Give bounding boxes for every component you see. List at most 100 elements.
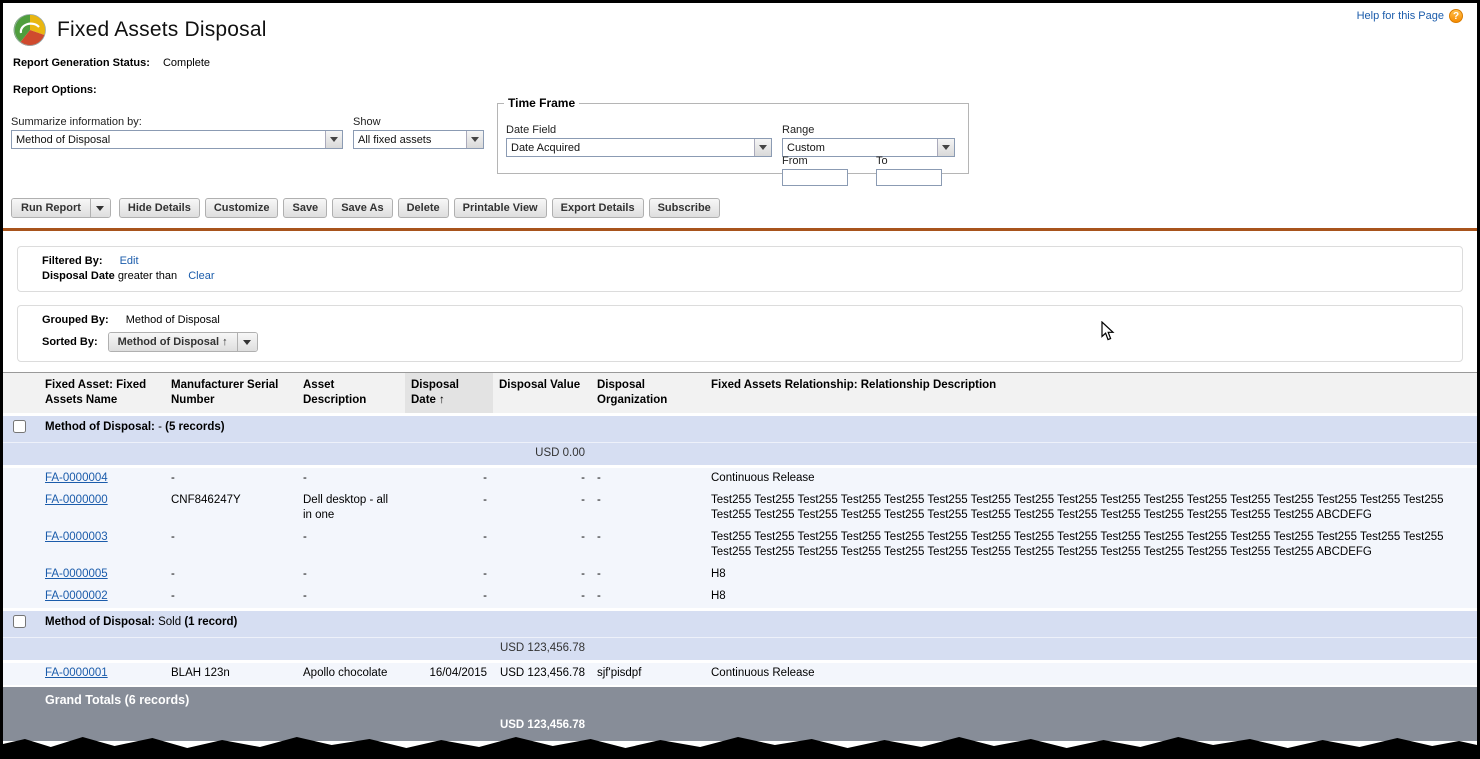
show-block: Show All fixed assets	[353, 116, 484, 149]
cell-serial: CNF846247Y	[165, 490, 297, 527]
page-title: Fixed Assets Disposal	[57, 18, 267, 42]
sort-field-button[interactable]: Method of Disposal↑	[109, 333, 237, 351]
cell-disposal-date: 16/04/2015	[405, 662, 493, 687]
column-header-disposal-value[interactable]: Disposal Value	[493, 373, 591, 415]
hide-details-button[interactable]: Hide Details	[119, 198, 200, 218]
range-label: Range	[782, 124, 955, 136]
clear-filter-link[interactable]: Clear	[188, 270, 214, 282]
printable-view-button[interactable]: Printable View	[454, 198, 547, 218]
table-row: FA-0000003 - - - - - Test255 Test255 Tes…	[3, 527, 1477, 564]
cell-asset-name: FA-0000001	[39, 662, 165, 687]
chevron-down-icon[interactable]	[754, 139, 771, 156]
report-logo-icon	[13, 13, 47, 47]
help-for-this-page-link[interactable]: Help for this Page	[1357, 10, 1444, 22]
to-label: To	[876, 155, 942, 167]
cell-relationship-description: Continuous Release	[705, 467, 1477, 491]
group-select-checkbox[interactable]	[13, 420, 26, 433]
chevron-down-icon[interactable]	[325, 131, 342, 148]
chevron-down-icon[interactable]	[466, 131, 483, 148]
sort-field-label: Method of Disposal	[118, 336, 219, 348]
column-sort-arrow-icon: ↑	[439, 394, 445, 406]
cell-disposal-value: -	[493, 564, 591, 586]
column-header-asset-name[interactable]: Fixed Asset: Fixed Assets Name	[39, 373, 165, 415]
row-checkbox-cell	[3, 586, 39, 610]
export-details-button[interactable]: Export Details	[552, 198, 644, 218]
status-value: Complete	[163, 57, 210, 69]
column-header-serial[interactable]: Manufacturer Serial Number	[165, 373, 297, 415]
checkbox-column-header	[3, 373, 39, 415]
report-options-row: Summarize information by: Method of Disp…	[3, 96, 1477, 186]
filtered-by-line: Filtered By: Edit	[42, 255, 1452, 267]
group-record-count: (5 records)	[165, 421, 224, 433]
save-as-button[interactable]: Save As	[332, 198, 392, 218]
cell-disposal-organization: -	[591, 586, 705, 610]
group-subtotal-row: USD 123,456.78	[3, 638, 1477, 662]
to-date-input[interactable]	[876, 169, 942, 186]
cell-description: -	[297, 586, 405, 610]
chevron-down-icon[interactable]	[937, 139, 954, 156]
summarize-label: Summarize information by:	[11, 116, 343, 128]
grand-totals-value-row: USD 123,456.78	[3, 714, 1477, 741]
to-block: To	[876, 155, 942, 186]
subtotal-spacer	[591, 443, 1477, 467]
summarize-select[interactable]: Method of Disposal	[11, 130, 343, 149]
delete-button[interactable]: Delete	[398, 198, 449, 218]
group-label: Method of Disposal:	[45, 616, 155, 628]
table-row: FA-0000004 - - - - - Continuous Release	[3, 467, 1477, 491]
asset-link[interactable]: FA-0000004	[45, 472, 108, 484]
group-checkbox-cell	[3, 610, 39, 638]
help-icon[interactable]: ?	[1449, 9, 1463, 23]
group-subtotal-row: USD 0.00	[3, 443, 1477, 467]
asset-link[interactable]: FA-0000002	[45, 590, 108, 602]
customize-button[interactable]: Customize	[205, 198, 279, 218]
column-header-disposal-organization[interactable]: Disposal Organization	[591, 373, 705, 415]
cell-description: Dell desktop - all in one	[297, 490, 405, 527]
section-divider	[3, 228, 1477, 231]
filter-operator: greater than	[118, 270, 177, 282]
asset-link[interactable]: FA-0000003	[45, 531, 108, 543]
run-report-menu-arrow-icon[interactable]	[90, 199, 110, 217]
from-block: From	[782, 155, 848, 186]
subscribe-button[interactable]: Subscribe	[649, 198, 720, 218]
cell-disposal-date: -	[405, 467, 493, 491]
date-field-select[interactable]: Date Acquired	[506, 138, 772, 157]
show-label: Show	[353, 116, 484, 128]
from-date-input[interactable]	[782, 169, 848, 186]
run-report-button[interactable]: Run Report	[12, 199, 90, 217]
cell-asset-name: FA-0000002	[39, 586, 165, 610]
report-table: Fixed Asset: Fixed Assets Name Manufactu…	[3, 372, 1477, 741]
sort-split-button: Method of Disposal↑	[108, 332, 258, 352]
report-page: Fixed Assets Disposal Help for this Page…	[0, 0, 1480, 759]
grand-totals-row: Grand Totals (6 records)	[3, 686, 1477, 714]
asset-link[interactable]: FA-0000001	[45, 667, 108, 679]
group-checkbox-cell	[3, 415, 39, 443]
column-header-description[interactable]: Asset Description	[297, 373, 405, 415]
help-area: Help for this Page ?	[1357, 9, 1463, 23]
table-row: FA-0000000 CNF846247Y Dell desktop - all…	[3, 490, 1477, 527]
cell-relationship-description: H8	[705, 586, 1477, 610]
asset-link[interactable]: FA-0000000	[45, 494, 108, 506]
grouping-box: Grouped By: Method of Disposal Sorted By…	[17, 305, 1463, 362]
cell-asset-name: FA-0000003	[39, 527, 165, 564]
group-select-checkbox[interactable]	[13, 615, 26, 628]
grand-totals-value: USD 123,456.78	[493, 714, 591, 741]
asset-link[interactable]: FA-0000005	[45, 568, 108, 580]
column-header-disposal-date[interactable]: Disposal Date↑	[405, 373, 493, 415]
cell-description: -	[297, 527, 405, 564]
show-select[interactable]: All fixed assets	[353, 130, 484, 149]
save-button[interactable]: Save	[283, 198, 327, 218]
from-label: From	[782, 155, 848, 167]
cell-disposal-value: USD 123,456.78	[493, 662, 591, 687]
row-checkbox-cell	[3, 490, 39, 527]
row-checkbox-cell	[3, 467, 39, 491]
edit-filter-link[interactable]: Edit	[120, 255, 139, 267]
sort-menu-arrow-icon[interactable]	[237, 333, 257, 351]
column-header-relationship-description[interactable]: Fixed Assets Relationship: Relationship …	[705, 373, 1477, 415]
filtered-by-label: Filtered By:	[42, 255, 103, 267]
subtotal-value: USD 123,456.78	[493, 638, 591, 662]
grand-totals-label: Grand Totals (6 records)	[39, 686, 1477, 714]
grouped-by-label: Grouped By:	[42, 314, 109, 326]
grouped-by-line: Grouped By: Method of Disposal	[42, 314, 1452, 326]
cell-description: -	[297, 564, 405, 586]
grand-totals-spacer	[591, 714, 1477, 741]
